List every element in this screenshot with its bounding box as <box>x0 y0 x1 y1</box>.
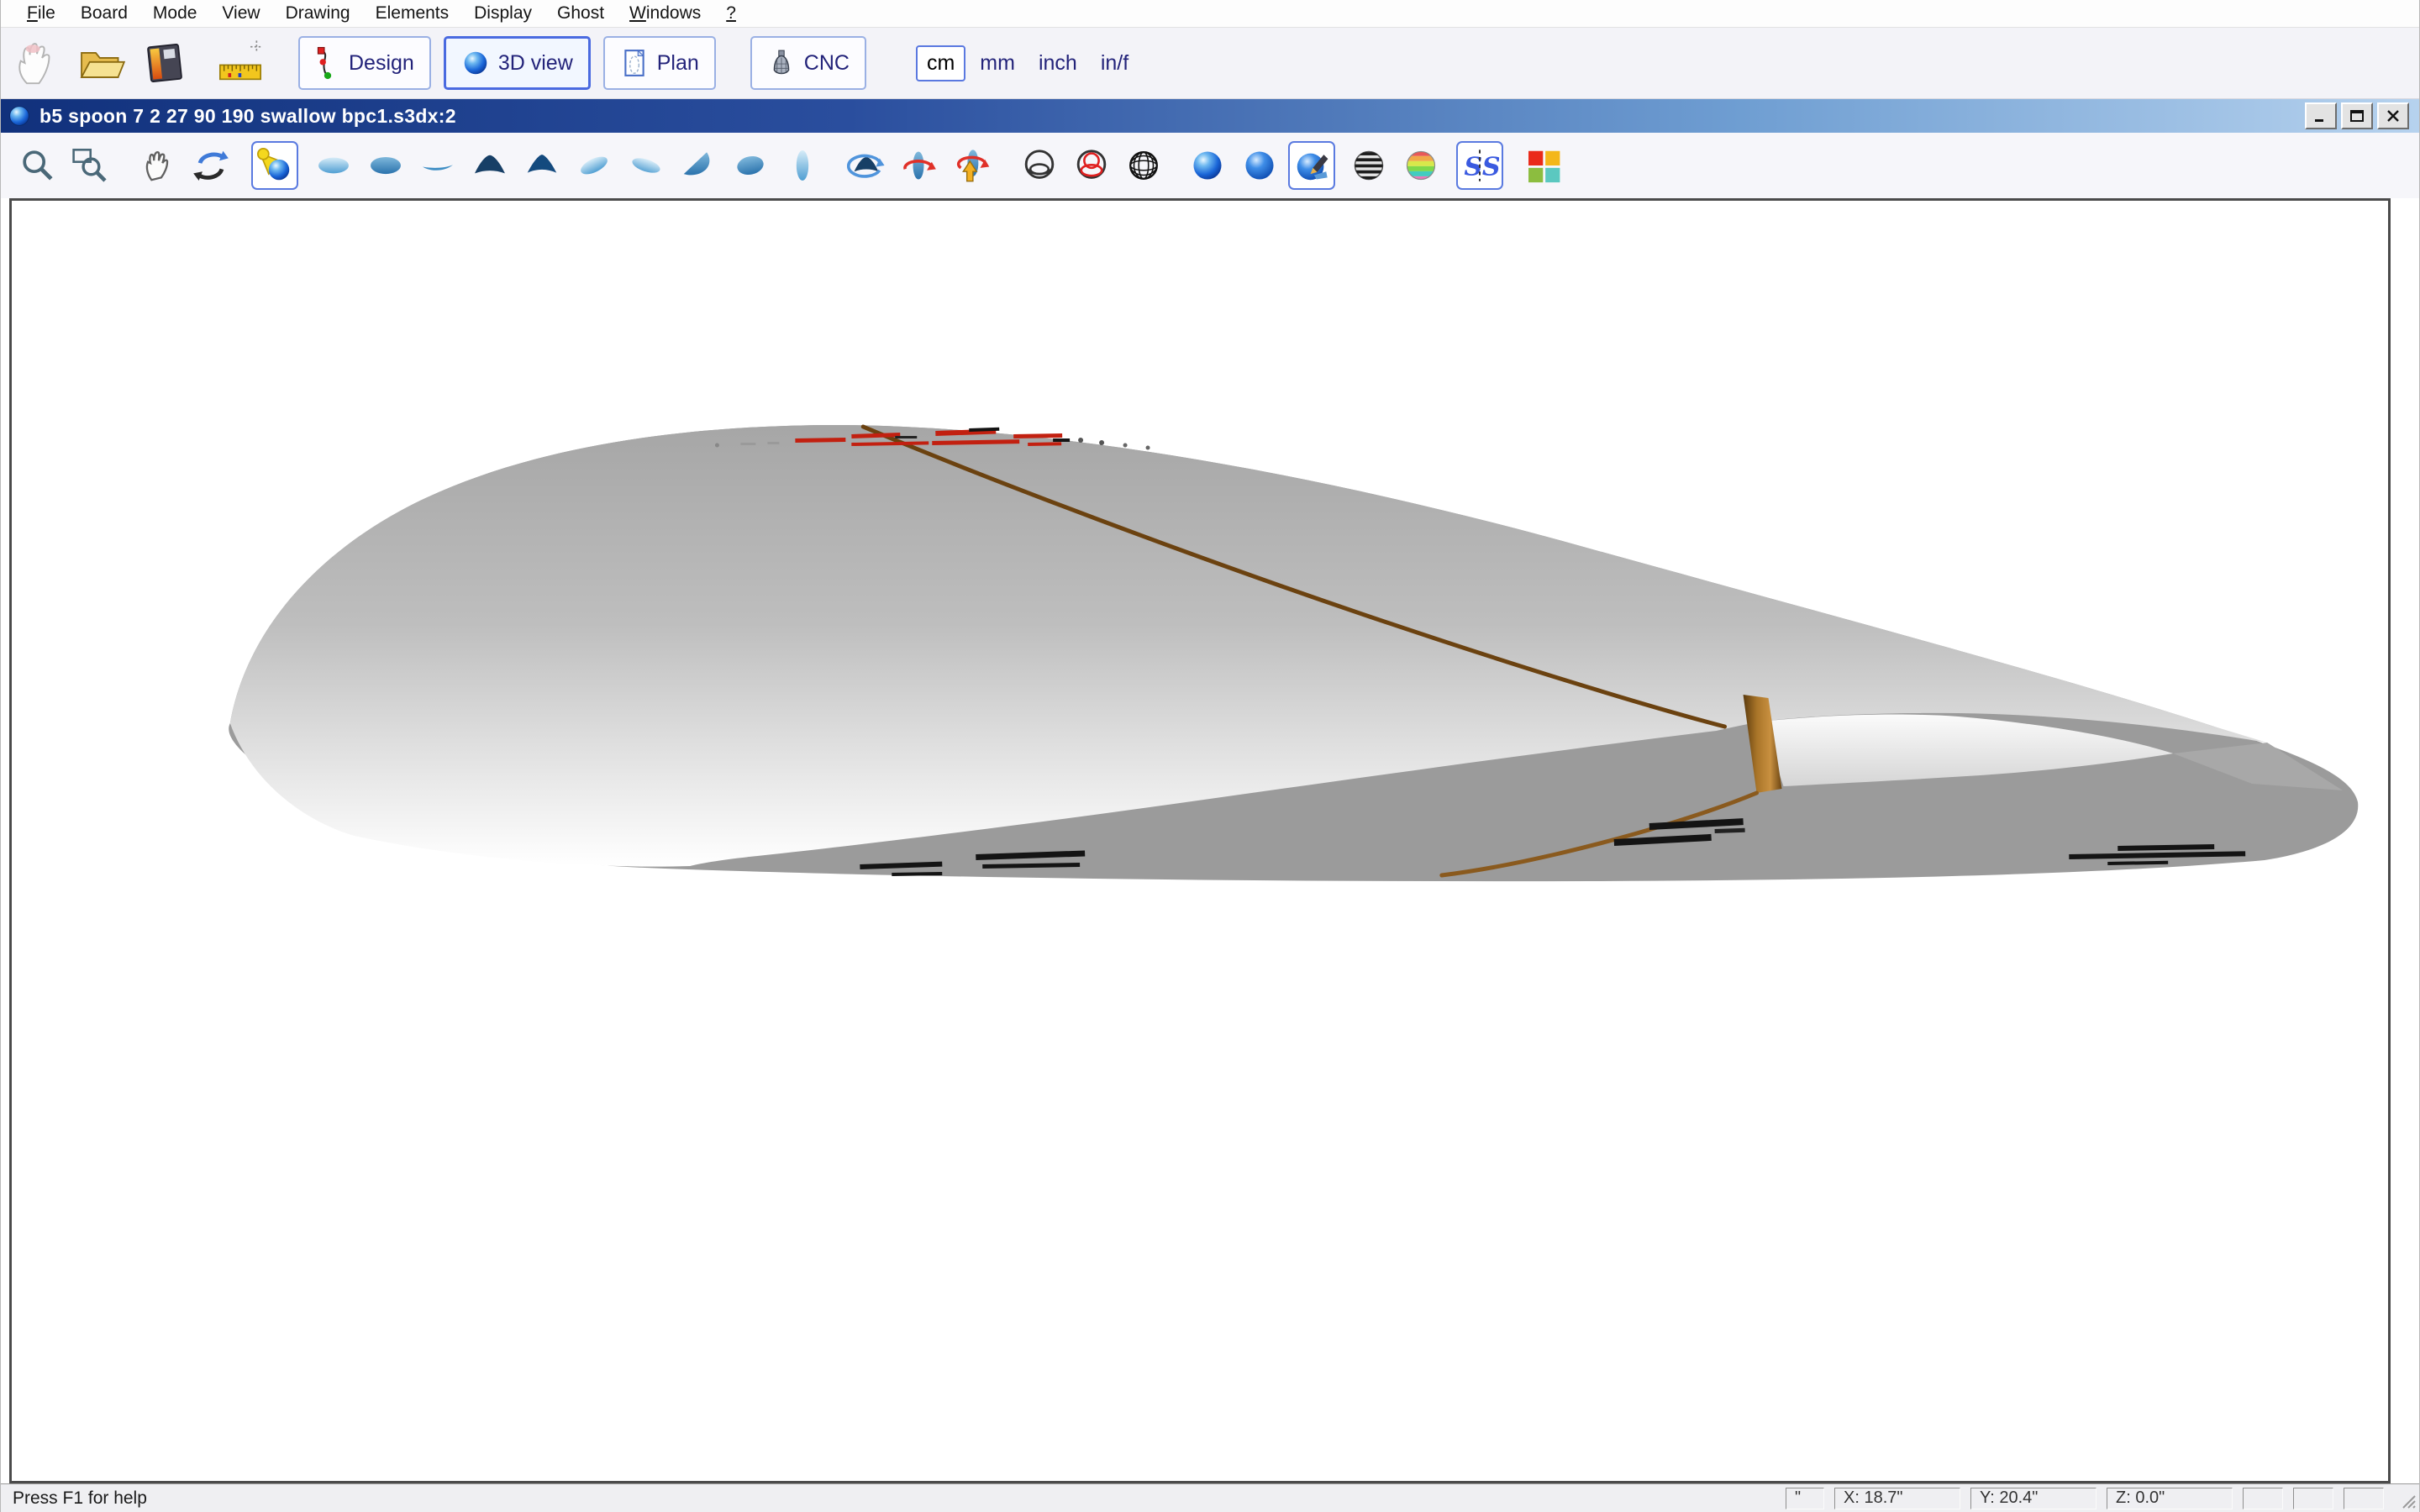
cnc-button-label: CNC <box>804 51 850 76</box>
viewport-3d[interactable] <box>9 198 2391 1483</box>
curvature-map-icon[interactable] <box>1397 141 1444 190</box>
menu-item-elements[interactable]: Elements <box>363 3 462 24</box>
maximize-icon <box>2349 109 2365 123</box>
board-top-view-icon[interactable] <box>310 141 357 190</box>
board-perspective-tilt-icon[interactable] <box>675 141 722 190</box>
render-shaded-icon[interactable] <box>1236 141 1283 190</box>
resize-grip[interactable] <box>2396 1489 2417 1509</box>
pan-hand-icon[interactable] <box>135 141 182 190</box>
zoom-window-icon[interactable] <box>66 141 113 190</box>
wireframe-contours-icon[interactable] <box>1016 141 1063 190</box>
unit-mm[interactable]: mm <box>971 47 1024 80</box>
status-unit-field: " <box>1786 1488 1824 1509</box>
unit-cm[interactable]: cm <box>916 45 965 81</box>
shape3d-app: { "menu_bar": { "items": [ {"label":"Fil… <box>0 0 2420 1512</box>
plan-button-label: Plan <box>657 51 699 76</box>
menu-item-board[interactable]: Board <box>68 3 140 24</box>
menu-item-mode[interactable]: Mode <box>140 3 210 24</box>
document-title: b5 spoon 7 2 27 90 190 swallow bpc1.s3dx… <box>39 105 456 128</box>
menu-item-ghost[interactable]: Ghost <box>544 3 617 24</box>
wireframe-red-contours-icon[interactable] <box>1068 141 1115 190</box>
document-titlebar[interactable]: b5 spoon 7 2 27 90 190 swallow bpc1.s3dx… <box>1 99 2419 133</box>
status-empty-field <box>2243 1488 2283 1509</box>
board-perspective-top-icon[interactable] <box>571 141 618 190</box>
main-toolbar: Design 3D view Plan CNC cm mm inch in/f <box>1 28 2419 99</box>
rotate-flip-icon[interactable] <box>843 141 890 190</box>
board-3d-render[interactable] <box>12 201 2388 1481</box>
view-3d-button[interactable]: 3D view <box>444 36 591 90</box>
unit-inch[interactable]: inch <box>1029 47 1086 80</box>
measurements-ruler-icon[interactable] <box>213 34 268 92</box>
board-side-view-icon[interactable] <box>414 141 461 190</box>
menu-item-windows[interactable]: Windows <box>617 3 713 24</box>
close-icon <box>2385 109 2402 123</box>
save-icon[interactable] <box>137 34 192 92</box>
document-toolbar: S S <box>1 133 2419 198</box>
open-folder-icon[interactable] <box>73 34 129 92</box>
status-z-field: Z: 0.0" <box>2107 1488 2233 1509</box>
zebra-stripes-icon[interactable] <box>1345 141 1392 190</box>
menu-item-file[interactable]: File <box>14 3 68 24</box>
color-palette-icon[interactable] <box>1520 141 1567 190</box>
light-render-icon[interactable] <box>251 141 298 190</box>
document-sphere-icon <box>8 104 31 128</box>
cnc-bit-icon <box>767 49 796 77</box>
sphere-3d-icon <box>461 49 490 77</box>
menu-item-view[interactable]: View <box>209 3 272 24</box>
plan-sheet-icon <box>620 49 649 77</box>
board-perspective-rear-icon[interactable] <box>727 141 774 190</box>
svg-text:S: S <box>1482 153 1499 182</box>
board-perspective-bottom-icon[interactable] <box>623 141 670 190</box>
board-tail-view-icon[interactable] <box>518 141 566 190</box>
board-nose-view-icon[interactable] <box>466 141 513 190</box>
board-end-view-icon[interactable] <box>779 141 826 190</box>
minimize-button[interactable] <box>2305 102 2337 129</box>
minimize-icon <box>2312 109 2329 123</box>
rotate-yaw-icon[interactable] <box>895 141 942 190</box>
units-selector: cm mm inch in/f <box>916 45 1143 81</box>
menu-item-drawing[interactable]: Drawing <box>273 3 363 24</box>
menu-bar: File Board Mode View Drawing Elements Di… <box>1 0 2419 28</box>
board-bottom-view-icon[interactable] <box>362 141 409 190</box>
cnc-button[interactable]: CNC <box>750 36 866 90</box>
hand-icon[interactable] <box>9 34 65 92</box>
plan-button[interactable]: Plan <box>603 36 716 90</box>
status-y-field: Y: 20.4" <box>1970 1488 2096 1509</box>
close-button[interactable] <box>2377 102 2409 129</box>
design-curve-icon <box>315 45 340 81</box>
maximize-button[interactable] <box>2341 102 2373 129</box>
wireframe-mesh-icon[interactable] <box>1120 141 1167 190</box>
symmetry-check-icon[interactable]: S S <box>1456 141 1503 190</box>
menu-item-help[interactable]: ? <box>713 3 749 24</box>
status-empty-field <box>2344 1488 2384 1509</box>
zoom-icon[interactable] <box>14 141 61 190</box>
unit-inf[interactable]: in/f <box>1092 47 1138 80</box>
design-button[interactable]: Design <box>298 36 431 90</box>
view-3d-button-label: 3D view <box>498 51 573 76</box>
status-x-field: X: 18.7" <box>1834 1488 1960 1509</box>
menu-item-display[interactable]: Display <box>461 3 544 24</box>
render-edit-icon[interactable] <box>1288 141 1335 190</box>
design-button-label: Design <box>349 51 414 76</box>
rotate-3d-icon[interactable] <box>187 141 234 190</box>
render-solid-icon[interactable] <box>1184 141 1231 190</box>
status-empty-field <box>2293 1488 2333 1509</box>
window-controls <box>2305 102 2409 129</box>
status-bar: Press F1 for help " X: 18.7" Y: 20.4" Z:… <box>1 1483 2419 1512</box>
rotate-pitch-icon[interactable] <box>947 141 994 190</box>
status-help-text: Press F1 for help <box>13 1488 147 1509</box>
